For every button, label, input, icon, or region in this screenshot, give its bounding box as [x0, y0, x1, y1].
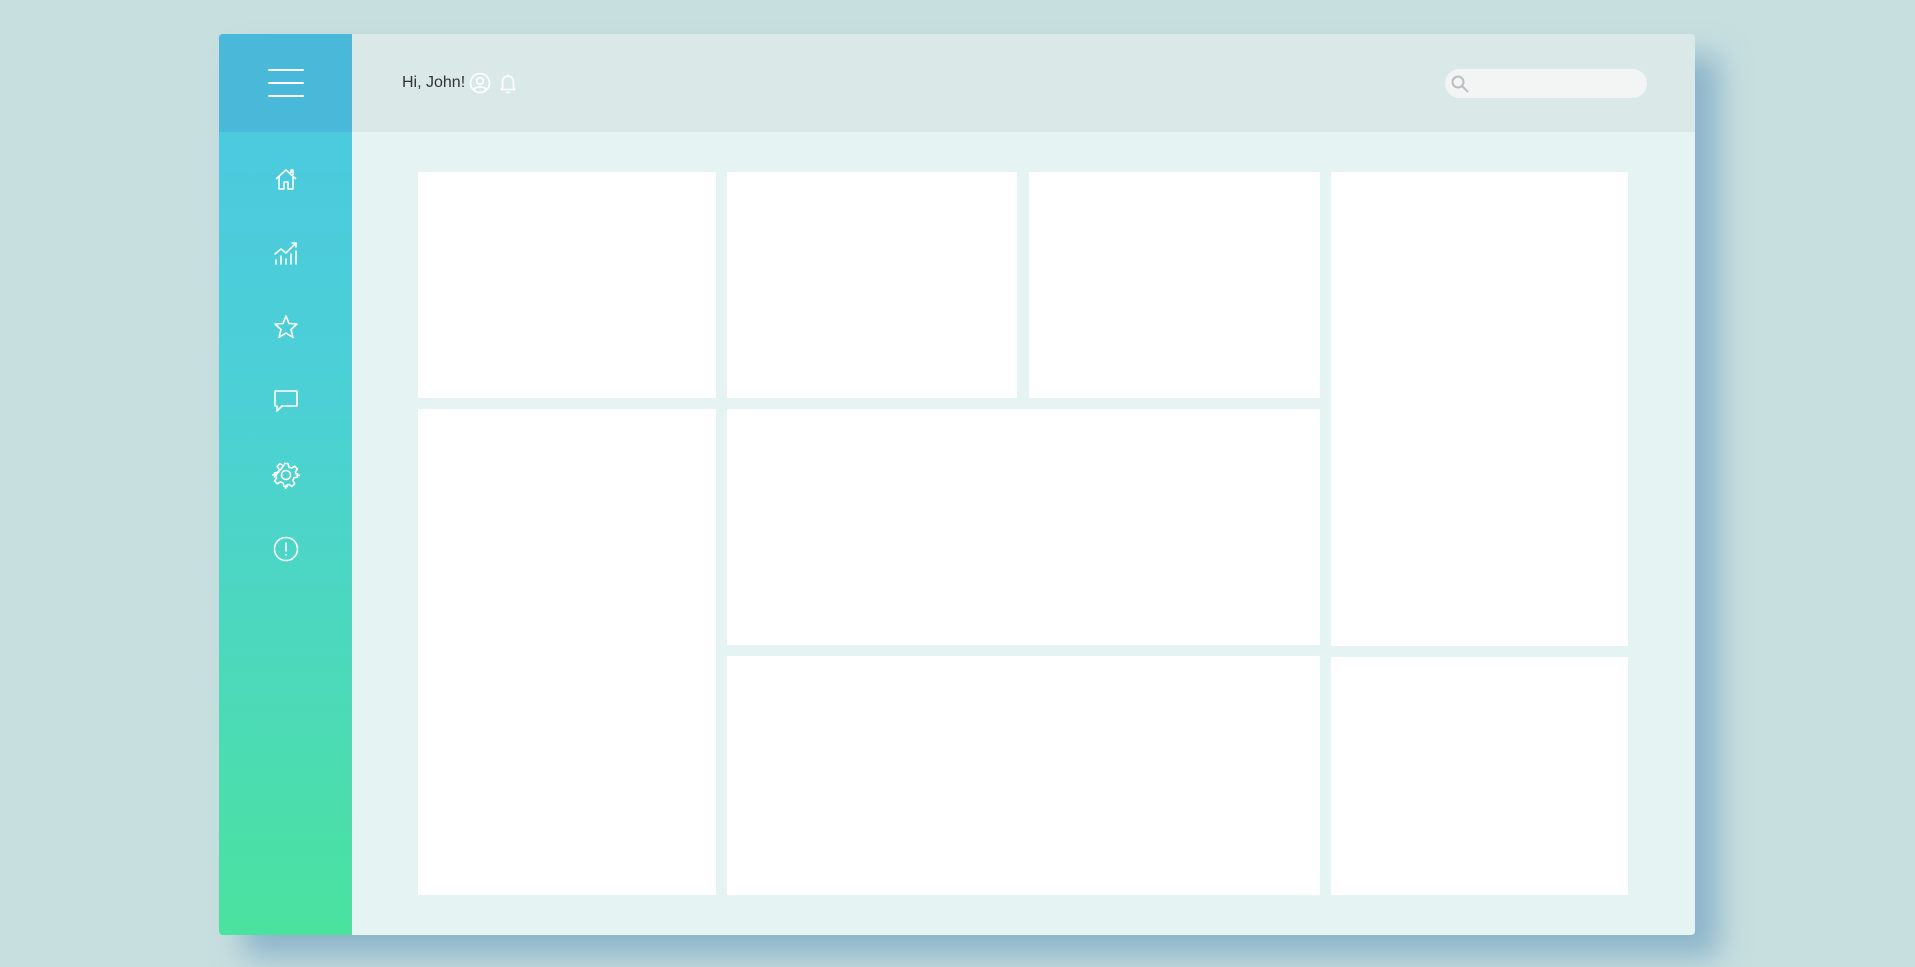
greeting-text: Hi, John! — [402, 74, 466, 91]
search-box[interactable] — [1445, 69, 1647, 98]
dashboard-card-8 — [1331, 657, 1628, 895]
sidebar-item-favorites[interactable] — [219, 290, 352, 364]
home-icon — [274, 169, 297, 190]
sidebar — [219, 34, 352, 935]
dashboard-card-7 — [727, 656, 1320, 895]
analytics-icon — [273, 242, 297, 265]
search-icon — [1451, 75, 1469, 92]
hamburger-menu-icon[interactable] — [267, 69, 304, 97]
dashboard-card-4 — [1331, 172, 1628, 646]
user-profile-icon[interactable] — [469, 72, 491, 94]
sidebar-header — [219, 34, 352, 132]
dashboard-card-5 — [418, 409, 716, 895]
sidebar-item-messages[interactable] — [219, 364, 352, 438]
settings-icon — [271, 462, 300, 489]
star-icon — [273, 315, 298, 339]
dashboard-card-1 — [418, 172, 716, 398]
dashboard-card-6 — [727, 409, 1320, 645]
dashboard-card-2 — [727, 172, 1017, 398]
info-icon — [273, 536, 298, 562]
sidebar-item-settings[interactable] — [219, 438, 352, 512]
dashboard-card-3 — [1029, 172, 1320, 398]
sidebar-item-info[interactable] — [219, 512, 352, 586]
dashboard-grid — [352, 132, 1695, 935]
notification-bell-icon[interactable] — [497, 72, 519, 94]
top-bar: Hi, John! — [352, 34, 1695, 132]
chat-icon — [273, 390, 298, 412]
sidebar-item-analytics[interactable] — [219, 216, 352, 290]
search-input[interactable] — [1474, 69, 1638, 98]
sidebar-nav — [219, 132, 352, 586]
sidebar-item-home[interactable] — [219, 142, 352, 216]
app-window: Hi, John! — [219, 34, 1695, 935]
main-area: Hi, John! — [352, 34, 1695, 935]
